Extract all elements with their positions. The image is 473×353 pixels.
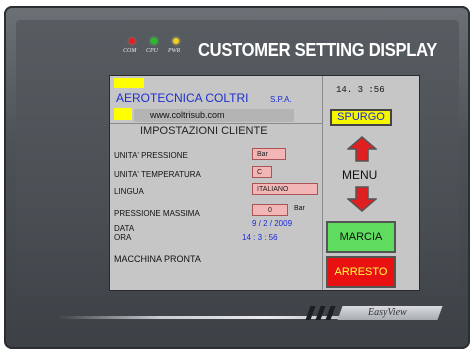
purge-button[interactable]: SPURGO <box>330 109 392 126</box>
logo-square-top <box>114 78 144 88</box>
menu-label: MENU <box>342 168 378 182</box>
pressure-unit-field[interactable]: Bar <box>252 148 286 160</box>
time-value[interactable]: 14 : 3 : 56 <box>242 233 278 242</box>
date-value[interactable]: 9 / 2 / 2009 <box>252 219 292 228</box>
date-label: DATA <box>114 224 135 233</box>
column-divider <box>322 76 323 290</box>
purge-button-label: SPURGO <box>337 111 385 123</box>
pressure-unit-label: UNITA' PRESSIONE <box>114 151 188 160</box>
time-label: ORA <box>114 233 132 242</box>
pwr-led-label: PWR <box>168 48 181 54</box>
website-text: www.coltrisub.com <box>150 110 225 120</box>
clock-display: 14. 3 :56 <box>336 85 385 95</box>
hmi-screen: AEROTECNICA COLTRI S.P.A. www.coltrisub.… <box>109 75 420 291</box>
cpu-led-label: CPU <box>146 48 158 54</box>
cpu-led-icon <box>151 38 157 44</box>
brand-logo: EasyView <box>368 307 407 318</box>
language-label: LINGUA <box>114 187 144 196</box>
company-suffix: S.P.A. <box>270 95 292 104</box>
stop-button-label: ARRESTO <box>334 266 388 278</box>
start-button-label: MARCIA <box>339 231 383 243</box>
start-button[interactable]: MARCIA <box>326 221 396 253</box>
pwr-led-icon <box>173 38 179 44</box>
company-name: AEROTECNICA COLTRI <box>116 91 249 105</box>
page-title: CUSTOMER SETTING DISPLAY <box>198 40 438 60</box>
up-arrow-icon[interactable] <box>347 136 377 162</box>
com-led-label: COM <box>123 48 137 54</box>
stop-button[interactable]: ARRESTO <box>326 256 396 288</box>
temperature-unit-label: UNITA' TEMPERATURA <box>114 170 201 179</box>
section-title: IMPOSTAZIONI CLIENTE <box>140 125 268 137</box>
temperature-unit-field[interactable]: C <box>252 166 272 178</box>
max-pressure-field[interactable]: 0 <box>252 204 288 216</box>
logo-square-bottom <box>114 108 132 120</box>
header-divider <box>110 123 322 124</box>
language-field[interactable]: ITALIANO <box>252 183 318 195</box>
machine-status: MACCHINA PRONTA <box>114 254 201 264</box>
max-pressure-unit: Bar <box>294 205 305 212</box>
max-pressure-label: PRESSIONE MASSIMA <box>114 209 200 218</box>
com-led-icon <box>129 38 135 44</box>
down-arrow-icon[interactable] <box>347 186 377 212</box>
